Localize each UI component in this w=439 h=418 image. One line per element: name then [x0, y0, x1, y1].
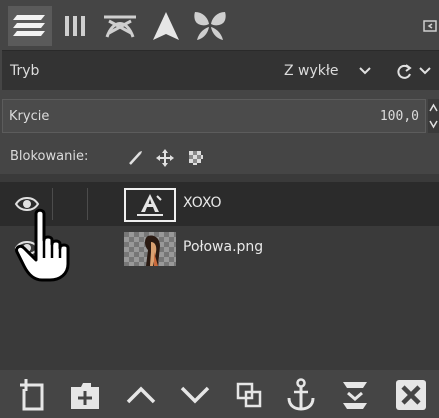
raise-layer-button[interactable] [122, 376, 160, 414]
lock-alpha-icon[interactable] [187, 149, 205, 167]
lock-label: Blokowanie: [10, 149, 89, 164]
brushes-icon [194, 12, 226, 40]
panel-menu-icon [423, 20, 437, 32]
lock-position-icon[interactable] [156, 149, 174, 167]
new-layer-button[interactable] [14, 376, 52, 414]
layers-icon [13, 15, 45, 36]
text-layer-icon [137, 194, 163, 216]
reset-mode-icon[interactable] [396, 63, 414, 81]
lock-row: Blokowanie: [0, 145, 439, 171]
tab-paths[interactable] [96, 6, 144, 46]
channels-icon [65, 16, 85, 36]
duplicate-layer-button[interactable] [230, 376, 268, 414]
chevron-down-icon[interactable] [418, 66, 432, 76]
lower-layer-button[interactable] [176, 376, 214, 414]
spin-arrows-icon [429, 103, 438, 129]
tab-channels[interactable] [58, 6, 92, 46]
new-layer-group-icon [71, 383, 99, 409]
duplicate-layer-icon [236, 382, 262, 408]
paths-icon [104, 15, 136, 38]
layer-thumbnail [124, 188, 176, 222]
opacity-fill [3, 100, 425, 132]
tab-menu-button[interactable] [421, 6, 439, 46]
lower-layer-icon [180, 386, 210, 404]
opacity-spin-buttons[interactable] [428, 99, 439, 133]
layer-thumbnail [124, 232, 176, 266]
raise-layer-icon [126, 386, 156, 404]
tool-options-icon [153, 12, 179, 40]
anchor-layer-button[interactable] [282, 376, 320, 414]
new-layer-group-button[interactable] [66, 376, 104, 414]
delete-layer-icon [396, 380, 426, 410]
opacity-slider[interactable]: Krycie 100,0 [2, 99, 426, 133]
tab-tool-options[interactable] [146, 6, 186, 46]
image-thumbnail-icon [145, 235, 160, 266]
opacity-label: Krycie [9, 109, 50, 124]
layers-bottom-toolbar [0, 372, 439, 418]
new-layer-icon [20, 379, 44, 411]
delete-layer-button[interactable] [392, 376, 430, 414]
opacity-value: 100,0 [379, 109, 419, 124]
layer-name[interactable]: Połowa.png [183, 239, 263, 255]
lock-pixels-icon[interactable] [127, 149, 145, 167]
hand-cursor-icon [15, 208, 70, 282]
anchor-icon [287, 378, 315, 411]
tab-layers[interactable] [8, 6, 52, 46]
layer-name[interactable]: XOXO [183, 195, 222, 211]
layer-mode-row: Tryb Z wykłe [2, 50, 439, 90]
chevron-down-icon[interactable] [358, 66, 372, 76]
mode-select[interactable]: Z wykłe [284, 63, 338, 79]
mode-label: Tryb [10, 63, 40, 79]
tab-brushes[interactable] [190, 6, 230, 46]
merge-down-icon [343, 382, 367, 409]
merge-down-button[interactable] [336, 376, 374, 414]
dock-tab-bar [0, 0, 439, 48]
